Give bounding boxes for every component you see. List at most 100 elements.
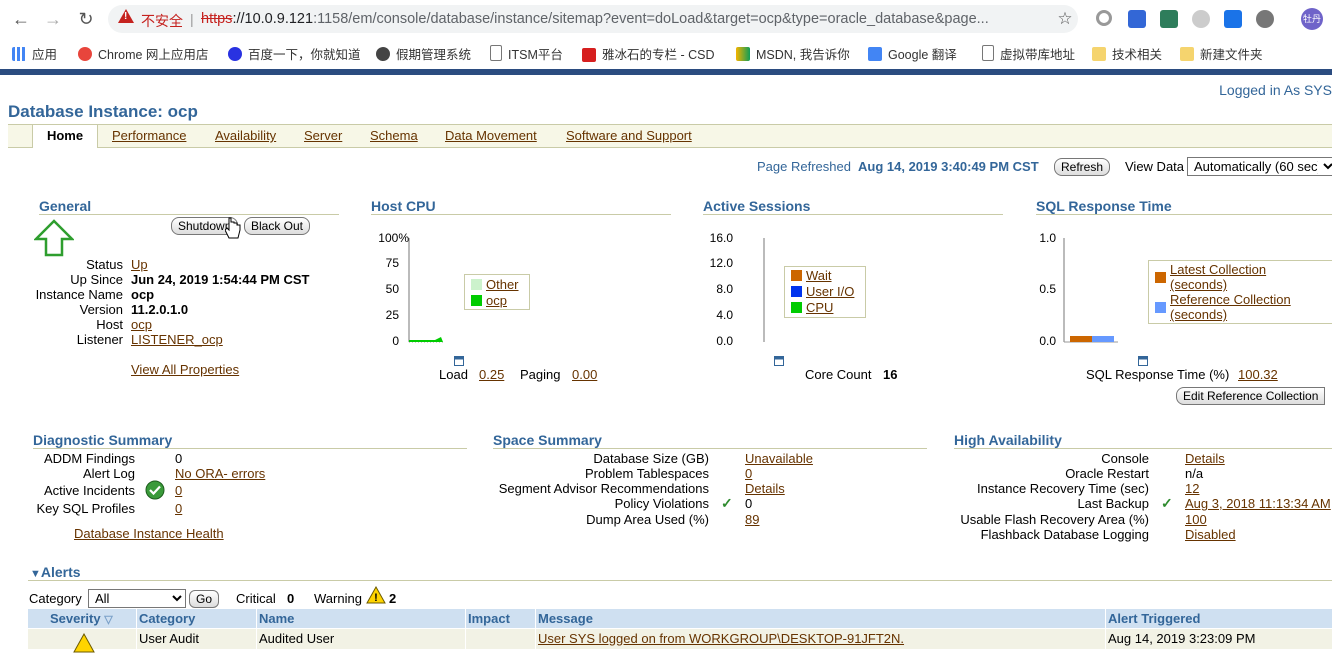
category-select[interactable]: All: [88, 589, 186, 608]
tab-performance[interactable]: Performance: [112, 128, 186, 143]
legend-item-other[interactable]: Other: [471, 277, 519, 292]
last-backup-value[interactable]: Aug 3, 2018 11:13:34 AM: [1185, 496, 1331, 511]
legend-item-ocp[interactable]: ocp: [471, 293, 507, 308]
alerts-title-label: Alerts: [40, 564, 81, 580]
bookmark-baidu[interactable]: 百度一下，你就知道: [228, 44, 361, 63]
bookmark-apps[interactable]: 应用: [12, 44, 57, 63]
host-value[interactable]: ocp: [131, 317, 152, 332]
cpu-tick-label: 50: [385, 282, 399, 296]
bookmark-itsm[interactable]: ITSM平台: [490, 44, 563, 63]
database-size-value[interactable]: Unavailable: [745, 451, 813, 466]
last-backup-label: Last Backup: [1077, 496, 1149, 511]
page-icon: [490, 45, 502, 61]
col-message[interactable]: Message: [538, 611, 593, 626]
space-rule: [493, 448, 927, 449]
table-icon[interactable]: [1138, 356, 1148, 366]
segment-advisor-value[interactable]: Details: [745, 481, 785, 496]
extension-grey-icon[interactable]: [1192, 10, 1210, 28]
problem-tablespaces-value[interactable]: 0: [745, 466, 752, 481]
back-arrow-icon[interactable]: ←: [8, 6, 34, 32]
sessions-tick-label: 4.0: [716, 308, 733, 322]
bookmark-holiday[interactable]: 假期管理系统: [376, 44, 471, 63]
bookmark-label: Chrome 网上应用店: [98, 48, 209, 62]
refresh-button[interactable]: Refresh: [1054, 158, 1111, 176]
extension-blue-icon[interactable]: [1128, 10, 1146, 28]
table-icon[interactable]: [454, 356, 464, 366]
warning-triangle-icon: !: [366, 586, 386, 604]
row-category: User Audit: [139, 631, 199, 646]
edit-reference-collection-button[interactable]: Edit Reference Collection: [1176, 387, 1326, 405]
legend-label: User I/O: [806, 284, 855, 299]
tab-server[interactable]: Server: [304, 128, 342, 143]
cpu-tick-label: 75: [385, 256, 399, 270]
high-availability-title: High Availability: [954, 432, 1062, 448]
tab-home[interactable]: Home: [32, 124, 98, 148]
flashback-logging-value[interactable]: Disabled: [1185, 527, 1236, 542]
bookmark-vtl[interactable]: 虚拟带库地址: [982, 44, 1075, 63]
active-incidents-value[interactable]: 0: [175, 483, 182, 498]
alert-log-value[interactable]: No ORA- errors: [175, 466, 265, 481]
col-name[interactable]: Name: [259, 611, 294, 626]
col-impact[interactable]: Impact: [468, 611, 510, 626]
col-divider: [136, 629, 137, 669]
bookmark-chrome-store[interactable]: Chrome 网上应用店: [78, 44, 208, 63]
extension-arrow-icon[interactable]: [1224, 10, 1242, 28]
bookmark-msdn[interactable]: MSDN, 我告诉你: [736, 44, 850, 63]
alerts-title[interactable]: ▼Alerts: [30, 564, 81, 580]
tab-data-movement[interactable]: Data Movement: [445, 128, 537, 143]
extension-check-icon[interactable]: [1160, 10, 1178, 28]
forward-arrow-icon[interactable]: →: [40, 6, 66, 32]
listener-value[interactable]: LISTENER_ocp: [131, 332, 223, 347]
go-button[interactable]: Go: [189, 590, 220, 608]
col-severity[interactable]: Severity ▽: [50, 611, 113, 626]
database-instance-health-link[interactable]: Database Instance Health: [74, 526, 224, 541]
legend-item-wait[interactable]: Wait: [791, 268, 832, 283]
key-sql-profiles-value[interactable]: 0: [175, 501, 182, 516]
bookmark-google-translate[interactable]: Google 翻译: [868, 44, 957, 63]
reference-collection-bar: [1092, 336, 1114, 342]
warning-label: Warning: [314, 591, 362, 606]
active-sessions-rule: [703, 214, 1003, 215]
tab-availability[interactable]: Availability: [215, 128, 276, 143]
flash-recovery-value[interactable]: 100: [1185, 512, 1207, 527]
bookmark-tech[interactable]: 技术相关: [1092, 44, 1162, 63]
extension-ring-icon[interactable]: [1096, 10, 1112, 26]
omnibox-separator: |: [190, 11, 194, 27]
bookmark-new-folder[interactable]: 新建文件夹: [1180, 44, 1263, 63]
swatch-wait: [791, 270, 802, 281]
apps-grid-icon: [12, 47, 26, 61]
profile-avatar[interactable]: 牡丹: [1301, 8, 1323, 30]
console-value[interactable]: Details: [1185, 451, 1225, 466]
tab-schema[interactable]: Schema: [370, 128, 418, 143]
tab-software-support[interactable]: Software and Support: [566, 128, 692, 143]
status-value[interactable]: Up: [131, 257, 148, 272]
general-rule: [39, 214, 339, 215]
view-all-properties-link[interactable]: View All Properties: [131, 362, 239, 377]
load-value[interactable]: 0.25: [479, 367, 504, 382]
paging-value[interactable]: 0.00: [572, 367, 597, 382]
legend-item-cpu[interactable]: CPU: [791, 300, 833, 315]
instance-recovery-value[interactable]: 12: [1185, 481, 1199, 496]
legend-item-reference[interactable]: Reference Collection (seconds): [1155, 292, 1320, 322]
flashback-logging-label: Flashback Database Logging: [980, 527, 1149, 542]
instance-recovery-label: Instance Recovery Time (sec): [977, 481, 1149, 496]
extension-gear-icon[interactable]: [1256, 10, 1274, 28]
bookmark-label: ITSM平台: [508, 48, 563, 62]
view-data-select[interactable]: Automatically (60 sec): [1187, 157, 1332, 176]
url-text[interactable]: https://10.0.9.121:1158/em/console/datab…: [201, 11, 989, 27]
warning-icon: [118, 9, 134, 23]
bookmark-label: Google 翻译: [888, 48, 957, 62]
blackout-button[interactable]: Black Out: [244, 217, 311, 235]
table-icon[interactable]: [774, 356, 784, 366]
col-alert-triggered[interactable]: Alert Triggered: [1108, 611, 1200, 626]
legend-item-latest[interactable]: Latest Collection (seconds): [1155, 262, 1282, 292]
bookmark-csdn[interactable]: 雅冰石的专栏 - CSDN: [582, 44, 714, 63]
col-category[interactable]: Category: [139, 611, 195, 626]
dump-area-value[interactable]: 89: [745, 512, 759, 527]
row-message[interactable]: User SYS logged on from WORKGROUP\DESKTO…: [538, 631, 904, 646]
latest-collection-bar: [1070, 336, 1092, 342]
legend-item-user-io[interactable]: User I/O: [791, 284, 854, 299]
reload-icon[interactable]: ↻: [73, 6, 99, 32]
star-icon[interactable]: ☆: [1052, 6, 1078, 32]
sql-response-pct-value[interactable]: 100.32: [1238, 367, 1278, 382]
